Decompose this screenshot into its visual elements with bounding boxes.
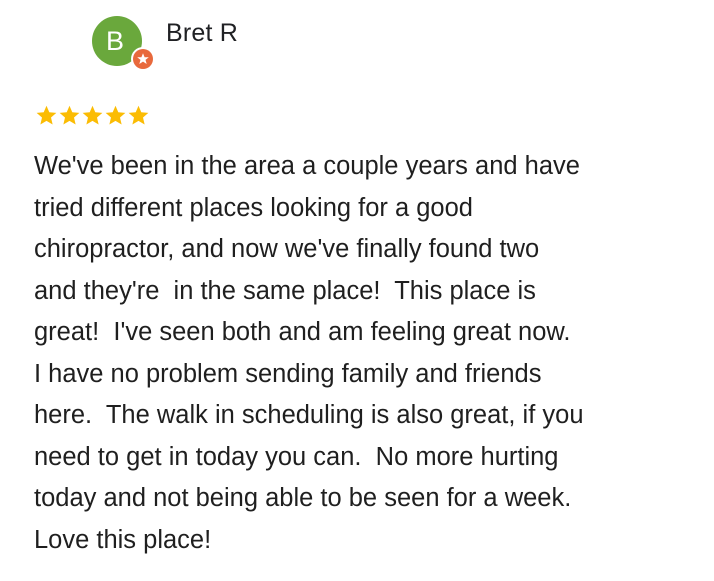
star-icon xyxy=(105,105,126,125)
review-text: We've been in the area a couple years an… xyxy=(34,146,694,561)
review-line: I have no problem sending family and fri… xyxy=(34,359,542,388)
review-line: today and not being able to be seen for … xyxy=(34,484,572,512)
star-icon xyxy=(36,105,57,125)
star-icon xyxy=(82,105,103,125)
local-guide-badge xyxy=(131,47,155,71)
star-icon xyxy=(128,105,149,125)
review-line: great! I've seen both and am feeling gre… xyxy=(34,318,571,346)
star-icon xyxy=(59,105,80,125)
local-guide-star-icon xyxy=(133,49,153,69)
avatar-initial: B xyxy=(105,26,124,56)
review-line: here. The walk in scheduling is also gre… xyxy=(34,401,584,429)
review-line: We've been in the area a couple years an… xyxy=(34,152,580,180)
review-line: chiropractor, and now we've finally foun… xyxy=(34,235,540,263)
review-line: tried different places looking for a goo… xyxy=(34,193,473,222)
review-line: need to get in today you can. No more hu… xyxy=(34,442,559,471)
reviewer-name[interactable]: Bret R xyxy=(166,18,238,48)
review-line: Love this place! xyxy=(34,525,212,554)
review-card: B Bret R We've been in the area a couple… xyxy=(0,0,714,581)
star-rating xyxy=(35,104,150,128)
review-line: and they're in the same place! This plac… xyxy=(34,276,536,305)
